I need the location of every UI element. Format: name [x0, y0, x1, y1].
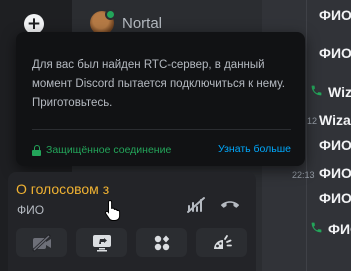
popover-body: Для вас был найден RTC-сервер, в данный … [32, 59, 285, 109]
soundboard-button[interactable] [196, 228, 247, 257]
rtc-info-popover: Для вас был найден RTC-сервер, в данный … [16, 32, 305, 166]
secure-label: Защищённое соединение [46, 144, 172, 156]
member-name: Nortal [122, 14, 163, 32]
timestamp: 22:13 [292, 170, 315, 180]
plus-icon: + [26, 13, 42, 34]
timestamp: 12 [307, 116, 318, 126]
voice-connection-panel: О голосовом з ФИО [8, 172, 256, 271]
hand-cursor-icon [105, 199, 121, 221]
disconnect-phone-icon[interactable] [220, 196, 240, 218]
chat-author[interactable]: ФИО [319, 45, 351, 61]
status-dot [105, 9, 116, 20]
chat-author[interactable]: ФИО [319, 7, 351, 23]
screen-share-icon [92, 234, 111, 251]
voice-channel-name[interactable]: ФИО [17, 203, 44, 217]
chat-author[interactable]: ФИО [319, 190, 351, 206]
add-server-button[interactable]: + [24, 14, 44, 34]
chat-author[interactable]: ФИО [328, 221, 351, 237]
screen-share-button[interactable] [76, 228, 127, 257]
phone-icon [310, 221, 323, 238]
chat-author[interactable]: ФИО [319, 165, 351, 181]
lock-icon [32, 145, 41, 156]
secure-connection: Защищённое соединение [32, 144, 171, 156]
activities-icon [154, 235, 169, 250]
chat-author[interactable]: Wiza [319, 112, 351, 128]
soundboard-icon [213, 234, 232, 249]
phone-icon [310, 84, 323, 101]
activities-button[interactable] [136, 228, 187, 257]
chat-author[interactable]: Wiza [328, 84, 351, 100]
camera-toggle-button[interactable] [16, 228, 67, 257]
screen-share-off-icon[interactable] [186, 196, 206, 218]
camera-off-icon [31, 233, 51, 252]
popover-divider [32, 129, 291, 130]
learn-more-link[interactable]: Узнать больше [218, 143, 291, 155]
voice-status-title[interactable]: О голосовом з [16, 181, 109, 197]
divider [306, 0, 307, 271]
chat-author[interactable]: ФИО [319, 137, 351, 153]
